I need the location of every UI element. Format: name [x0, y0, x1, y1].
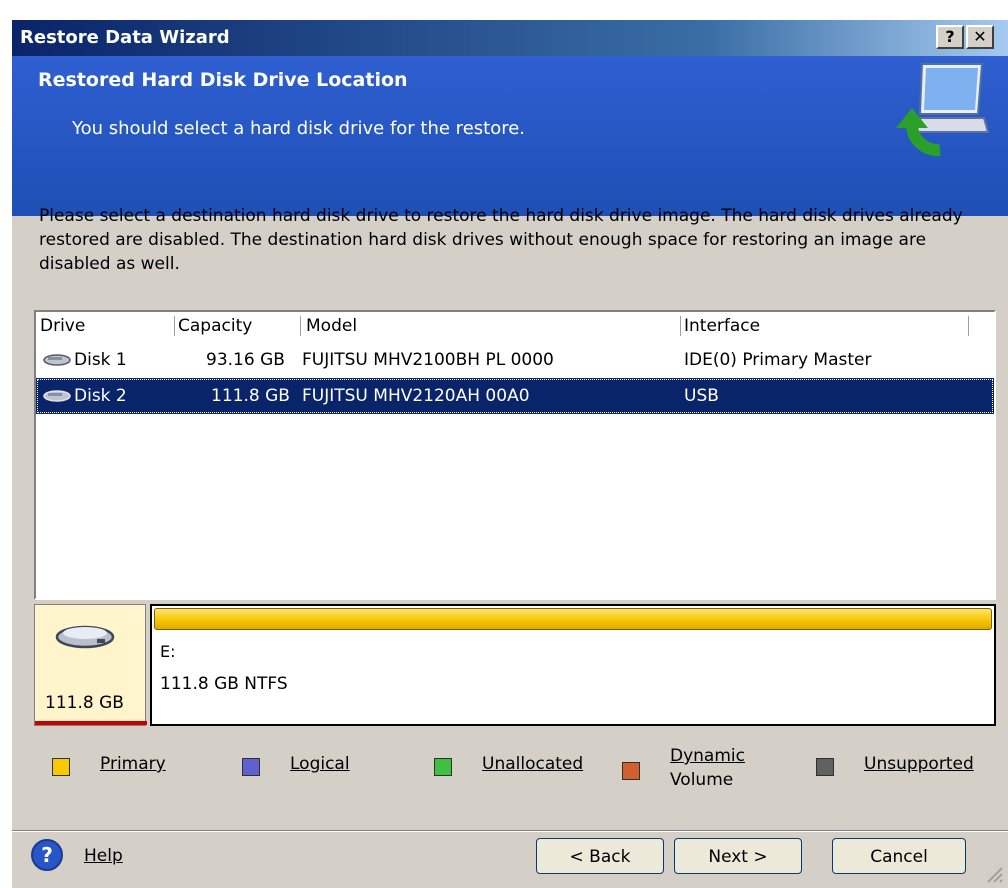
drive-name: Disk 2 — [74, 386, 127, 406]
footer-separator — [12, 830, 1008, 832]
hard-disk-icon — [55, 625, 115, 649]
resize-grip-icon[interactable] — [980, 860, 1004, 884]
window-title: Restore Data Wizard — [20, 27, 230, 48]
title-close-button[interactable]: ✕ — [966, 25, 994, 49]
instruction-text: Please select a destination hard disk dr… — [39, 206, 963, 274]
help-icon[interactable]: ? — [30, 838, 64, 872]
next-button[interactable]: Next > — [674, 838, 802, 874]
column-separator[interactable] — [680, 316, 681, 336]
disk-size-label: 111.8 GB — [45, 693, 124, 713]
column-separator[interactable] — [300, 316, 301, 336]
cancel-button[interactable]: Cancel — [832, 838, 966, 874]
legend-label: Unsupported — [864, 754, 974, 774]
monitor-restore-icon — [896, 63, 990, 156]
legend-label: Dynamic Volume — [670, 744, 745, 792]
column-interface[interactable]: Interface — [684, 316, 760, 336]
partition-e[interactable]: E: 111.8 GB NTFS — [150, 604, 996, 726]
partition-letter: E: — [160, 642, 176, 661]
legend-label: Logical — [290, 754, 350, 774]
disk-status-line — [35, 721, 147, 725]
primary-swatch — [52, 758, 70, 776]
column-model[interactable]: Model — [306, 316, 357, 336]
wizard-window: Restore Data Wizard ? ✕ Restored Hard Di… — [12, 20, 1008, 888]
hard-disk-icon — [43, 390, 71, 402]
help-link[interactable]: Help — [84, 846, 123, 866]
drive-row-disk-2[interactable]: Disk 2 111.8 GB FUJITSU MHV2120AH 00A0 U… — [36, 378, 994, 414]
drive-capacity: 93.16 GB — [206, 350, 285, 370]
drive-row-disk-1[interactable]: Disk 1 93.16 GB FUJITSU MHV2100BH PL 000… — [36, 342, 994, 378]
partition-description: 111.8 GB NTFS — [160, 674, 288, 694]
disk-info-panel[interactable]: 111.8 GB — [34, 604, 147, 726]
drive-capacity: 111.8 GB — [211, 386, 290, 406]
drive-model: FUJITSU MHV2100BH PL 0000 — [302, 350, 554, 370]
legend-label: Primary — [100, 754, 166, 774]
hard-disk-icon — [43, 354, 71, 366]
logical-swatch — [242, 758, 260, 776]
unsupported-swatch — [816, 758, 834, 776]
drive-interface: USB — [684, 386, 719, 406]
header-title: Restored Hard Disk Drive Location — [38, 69, 408, 91]
partition-usage-bar — [154, 608, 992, 630]
svg-text:?: ? — [41, 843, 53, 867]
drive-interface: IDE(0) Primary Master — [684, 350, 872, 370]
back-button[interactable]: < Back — [536, 838, 664, 874]
drive-name: Disk 1 — [74, 350, 127, 370]
background-strip — [0, 0, 1008, 20]
unallocated-swatch — [434, 758, 452, 776]
column-separator[interactable] — [174, 316, 175, 336]
legend-line: Dynamic — [670, 746, 745, 766]
disk-map: 111.8 GB E: 111.8 GB NTFS — [34, 604, 996, 726]
dynamic-swatch — [622, 762, 640, 780]
legend-line: Volume — [670, 770, 734, 790]
drive-model: FUJITSU MHV2120AH 00A0 — [302, 386, 530, 406]
title-help-button[interactable]: ? — [936, 25, 964, 49]
column-separator[interactable] — [968, 316, 969, 336]
drive-list[interactable]: Drive Capacity Model Interface Disk 1 93… — [34, 310, 996, 600]
legend-label: Unallocated — [482, 754, 584, 774]
list-header: Drive Capacity Model Interface — [36, 312, 994, 342]
title-bar[interactable]: Restore Data Wizard ? ✕ — [12, 20, 1008, 56]
column-drive[interactable]: Drive — [40, 316, 85, 336]
header-subtitle: You should select a hard disk drive for … — [72, 118, 526, 139]
column-capacity[interactable]: Capacity — [178, 316, 252, 336]
